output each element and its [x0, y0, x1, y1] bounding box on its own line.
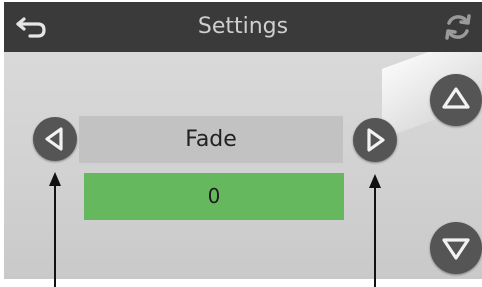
right-annotation-arrow — [369, 174, 381, 287]
annotation-arrows — [49, 172, 381, 287]
left-annotation-arrow — [49, 172, 61, 287]
